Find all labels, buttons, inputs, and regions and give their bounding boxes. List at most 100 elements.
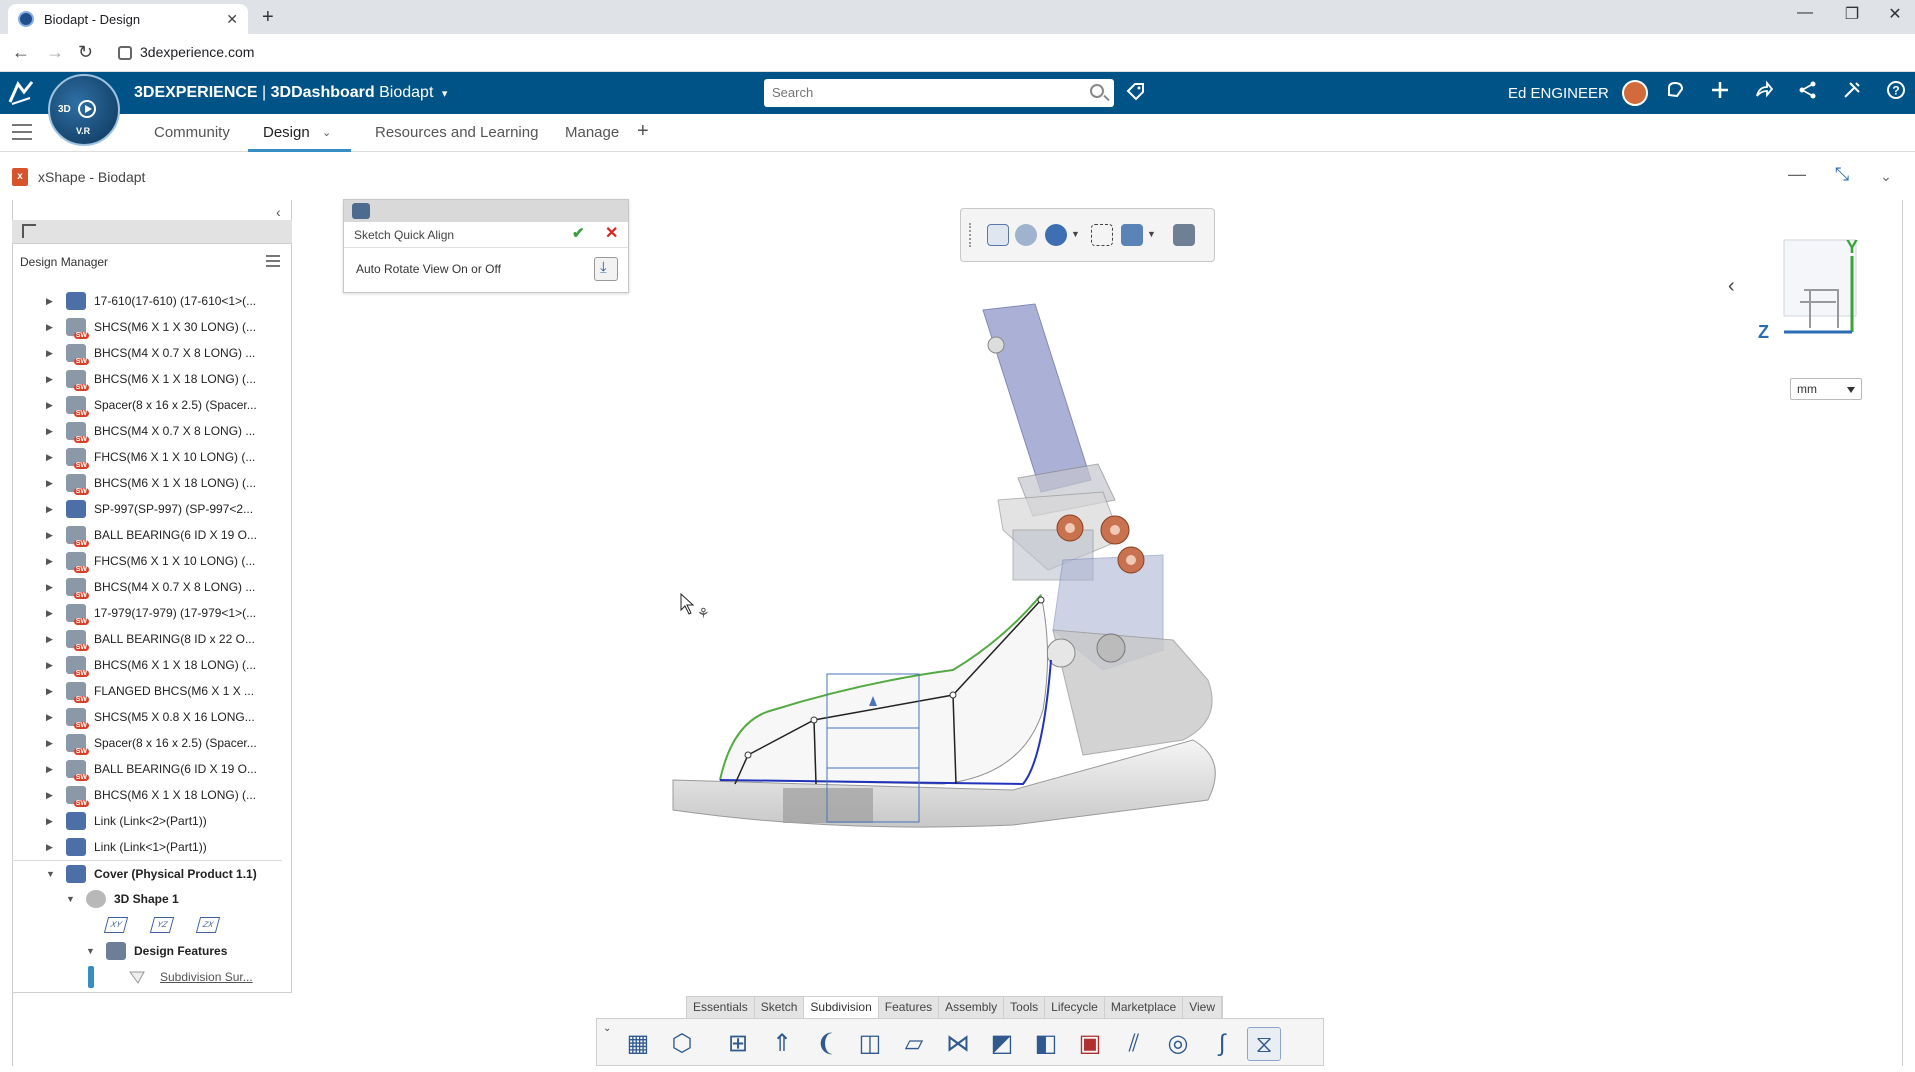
tree-view-icon[interactable] bbox=[22, 224, 36, 238]
tree-item[interactable]: ▶ 17-610(17-610) (17-610<1>(... bbox=[12, 288, 282, 314]
tree-item[interactable]: ▶ BHCS(M4 X 0.7 X 8 LONG) ... bbox=[12, 574, 282, 600]
user-name[interactable]: Ed ENGINEER bbox=[1508, 85, 1609, 102]
forward-button[interactable]: → bbox=[46, 42, 64, 63]
plane-icon[interactable]: ▱ bbox=[897, 1027, 931, 1061]
tree-item-design-features[interactable]: ▼ Design Features bbox=[12, 938, 282, 964]
avatar[interactable] bbox=[1622, 80, 1648, 106]
delete-face-icon[interactable]: ▣ bbox=[1073, 1027, 1107, 1061]
unit-select[interactable]: mm bbox=[1790, 378, 1862, 400]
tag-icon[interactable] bbox=[1126, 82, 1146, 108]
expand-icon[interactable]: ▶ bbox=[46, 374, 56, 385]
tree-item-cover[interactable]: ▼ Cover (Physical Product 1.1) bbox=[12, 860, 282, 886]
expand-icon[interactable]: ▶ bbox=[46, 842, 56, 853]
reload-button[interactable]: ↻ bbox=[78, 42, 93, 63]
url-field[interactable]: 3dexperience.com bbox=[140, 44, 254, 60]
add-icon[interactable] bbox=[1706, 80, 1734, 106]
back-icon[interactable]: ‹ bbox=[1728, 275, 1735, 298]
expand-icon[interactable]: ▶ bbox=[46, 738, 56, 749]
expand-icon[interactable]: ▶ bbox=[46, 504, 56, 515]
expand-icon[interactable]: ▶ bbox=[46, 582, 56, 593]
tab-community[interactable]: Community bbox=[154, 124, 230, 141]
restore-window-button[interactable]: ❐ bbox=[1832, 4, 1872, 24]
axis-triad-icon[interactable] bbox=[1760, 236, 1880, 346]
minimize-window-button[interactable]: — bbox=[1785, 4, 1825, 22]
tree-item[interactable]: ▶ BHCS(M4 X 0.7 X 8 LONG) ... bbox=[12, 418, 282, 444]
tree-item[interactable]: ▶ BHCS(M6 X 1 X 18 LONG) (... bbox=[12, 470, 282, 496]
dialog-header[interactable] bbox=[344, 200, 628, 222]
zx-plane-icon[interactable]: ZX bbox=[195, 917, 221, 933]
minimize-app-icon[interactable]: — bbox=[1783, 164, 1811, 185]
box-face-icon[interactable]: ◫ bbox=[853, 1027, 887, 1061]
3d-compass-icon[interactable]: 3D V.R bbox=[48, 74, 120, 146]
shell-icon[interactable]: ◩ bbox=[985, 1027, 1019, 1061]
search-icon[interactable] bbox=[1090, 84, 1104, 98]
search-input[interactable] bbox=[772, 79, 1072, 105]
side-panel-icon[interactable] bbox=[12, 124, 32, 140]
grid-icon[interactable]: ⊞ bbox=[721, 1027, 755, 1061]
expand-icon[interactable]: ▶ bbox=[46, 348, 56, 359]
tree-item[interactable]: ▶ FHCS(M6 X 1 X 10 LONG) (... bbox=[12, 548, 282, 574]
sphere-view-icon[interactable] bbox=[1045, 224, 1067, 246]
social-share-icon[interactable] bbox=[1794, 80, 1822, 106]
xy-plane-icon[interactable]: XY bbox=[103, 917, 129, 933]
collapse-icon[interactable]: ▼ bbox=[86, 946, 96, 956]
chevron-down-icon[interactable]: ▼ bbox=[1147, 229, 1156, 239]
expand-icon[interactable]: ▶ bbox=[46, 712, 56, 723]
flow-icon[interactable]: ∫ bbox=[1205, 1027, 1239, 1061]
expand-icon[interactable]: ▶ bbox=[46, 764, 56, 775]
tree-item[interactable]: ▶ SHCS(M6 X 1 X 30 LONG) (... bbox=[12, 314, 282, 340]
tree-item[interactable]: ▶ SP-997(SP-997) (SP-997<2... bbox=[12, 496, 282, 522]
help-icon[interactable]: ? bbox=[1882, 80, 1910, 106]
browser-tab[interactable]: Biodapt - Design ✕ bbox=[8, 4, 248, 34]
tree-item[interactable]: ▶ SHCS(M5 X 0.8 X 16 LONG... bbox=[12, 704, 282, 730]
tab-design[interactable]: Design bbox=[263, 124, 310, 141]
ok-button[interactable]: ✔ bbox=[572, 224, 585, 242]
tree-item-subdivision-surface[interactable]: Subdivision Sur... bbox=[160, 970, 253, 984]
expand-icon[interactable]: ▶ bbox=[46, 790, 56, 801]
shading-icon[interactable] bbox=[1015, 224, 1037, 246]
expand-icon[interactable]: ▶ bbox=[46, 608, 56, 619]
chevron-down-icon[interactable]: ⌄ bbox=[603, 1023, 611, 1034]
chevron-down-icon[interactable]: ▾ bbox=[442, 88, 448, 100]
search-box[interactable] bbox=[764, 79, 1114, 107]
symmetry-icon[interactable]: ⧖ bbox=[1247, 1027, 1281, 1061]
expand-icon[interactable]: ▶ bbox=[46, 426, 56, 437]
expand-icon[interactable]: ▶ bbox=[46, 816, 56, 827]
hide-show-icon[interactable] bbox=[1091, 224, 1113, 246]
subdivision-primitive-icon[interactable]: ▦ bbox=[621, 1027, 655, 1061]
site-info-icon[interactable] bbox=[118, 46, 132, 60]
tab-lifecycle[interactable]: Lifecycle bbox=[1045, 997, 1105, 1018]
tab-manage[interactable]: Manage bbox=[565, 124, 619, 141]
tree-item[interactable]: ▶ BALL BEARING(6 ID X 19 O... bbox=[12, 756, 282, 782]
tree-item[interactable]: ▶ BALL BEARING(6 ID X 19 O... bbox=[12, 522, 282, 548]
tree-item[interactable]: ▶ Link (Link<1>(Part1)) bbox=[12, 834, 282, 860]
expand-icon[interactable]: ▶ bbox=[46, 296, 56, 307]
tree-item[interactable]: ▶ BALL BEARING(8 ID x 22 O... bbox=[12, 626, 282, 652]
platform-brand[interactable]: 3DEXPERIENCE | 3DDashboard Biodapt ▾ bbox=[134, 84, 447, 102]
tab-marketplace[interactable]: Marketplace bbox=[1105, 997, 1184, 1018]
sphere-icon[interactable]: ◎ bbox=[1161, 1027, 1195, 1061]
expand-icon[interactable]: ▶ bbox=[46, 530, 56, 541]
play-icon[interactable] bbox=[78, 100, 96, 118]
cube-view-icon[interactable] bbox=[1121, 224, 1143, 246]
close-window-button[interactable]: ✕ bbox=[1875, 4, 1915, 24]
tab-features[interactable]: Features bbox=[879, 997, 940, 1018]
tab-assembly[interactable]: Assembly bbox=[939, 997, 1005, 1018]
cube-open-icon[interactable]: ◧ bbox=[1029, 1027, 1063, 1061]
back-button[interactable]: ← bbox=[12, 42, 30, 63]
tree-item[interactable]: ▶ BHCS(M6 X 1 X 18 LONG) (... bbox=[12, 652, 282, 678]
bridge-icon[interactable]: ⋈ bbox=[941, 1027, 975, 1061]
tree-item[interactable]: ▶ FHCS(M6 X 1 X 10 LONG) (... bbox=[12, 444, 282, 470]
exit-fullscreen-icon[interactable]: ⤡ bbox=[1828, 164, 1856, 185]
stroke-icon[interactable]: ⫽ bbox=[1117, 1027, 1151, 1061]
3d-viewport[interactable]: ⚘ bbox=[12, 200, 1903, 1066]
chevron-down-icon[interactable]: ⌄ bbox=[1872, 168, 1900, 185]
expand-icon[interactable]: ▶ bbox=[46, 634, 56, 645]
collapse-panel-icon[interactable]: ‹ bbox=[276, 204, 281, 220]
cancel-button[interactable]: ✕ bbox=[605, 223, 618, 243]
tab-sketch[interactable]: Sketch bbox=[755, 997, 805, 1018]
extrude-icon[interactable]: ⇑ bbox=[765, 1027, 799, 1061]
tools-icon[interactable] bbox=[1838, 80, 1866, 106]
toolbar-grip[interactable] bbox=[969, 223, 972, 247]
tree-item[interactable]: ▶ 17-979(17-979) (17-979<1>(... bbox=[12, 600, 282, 626]
